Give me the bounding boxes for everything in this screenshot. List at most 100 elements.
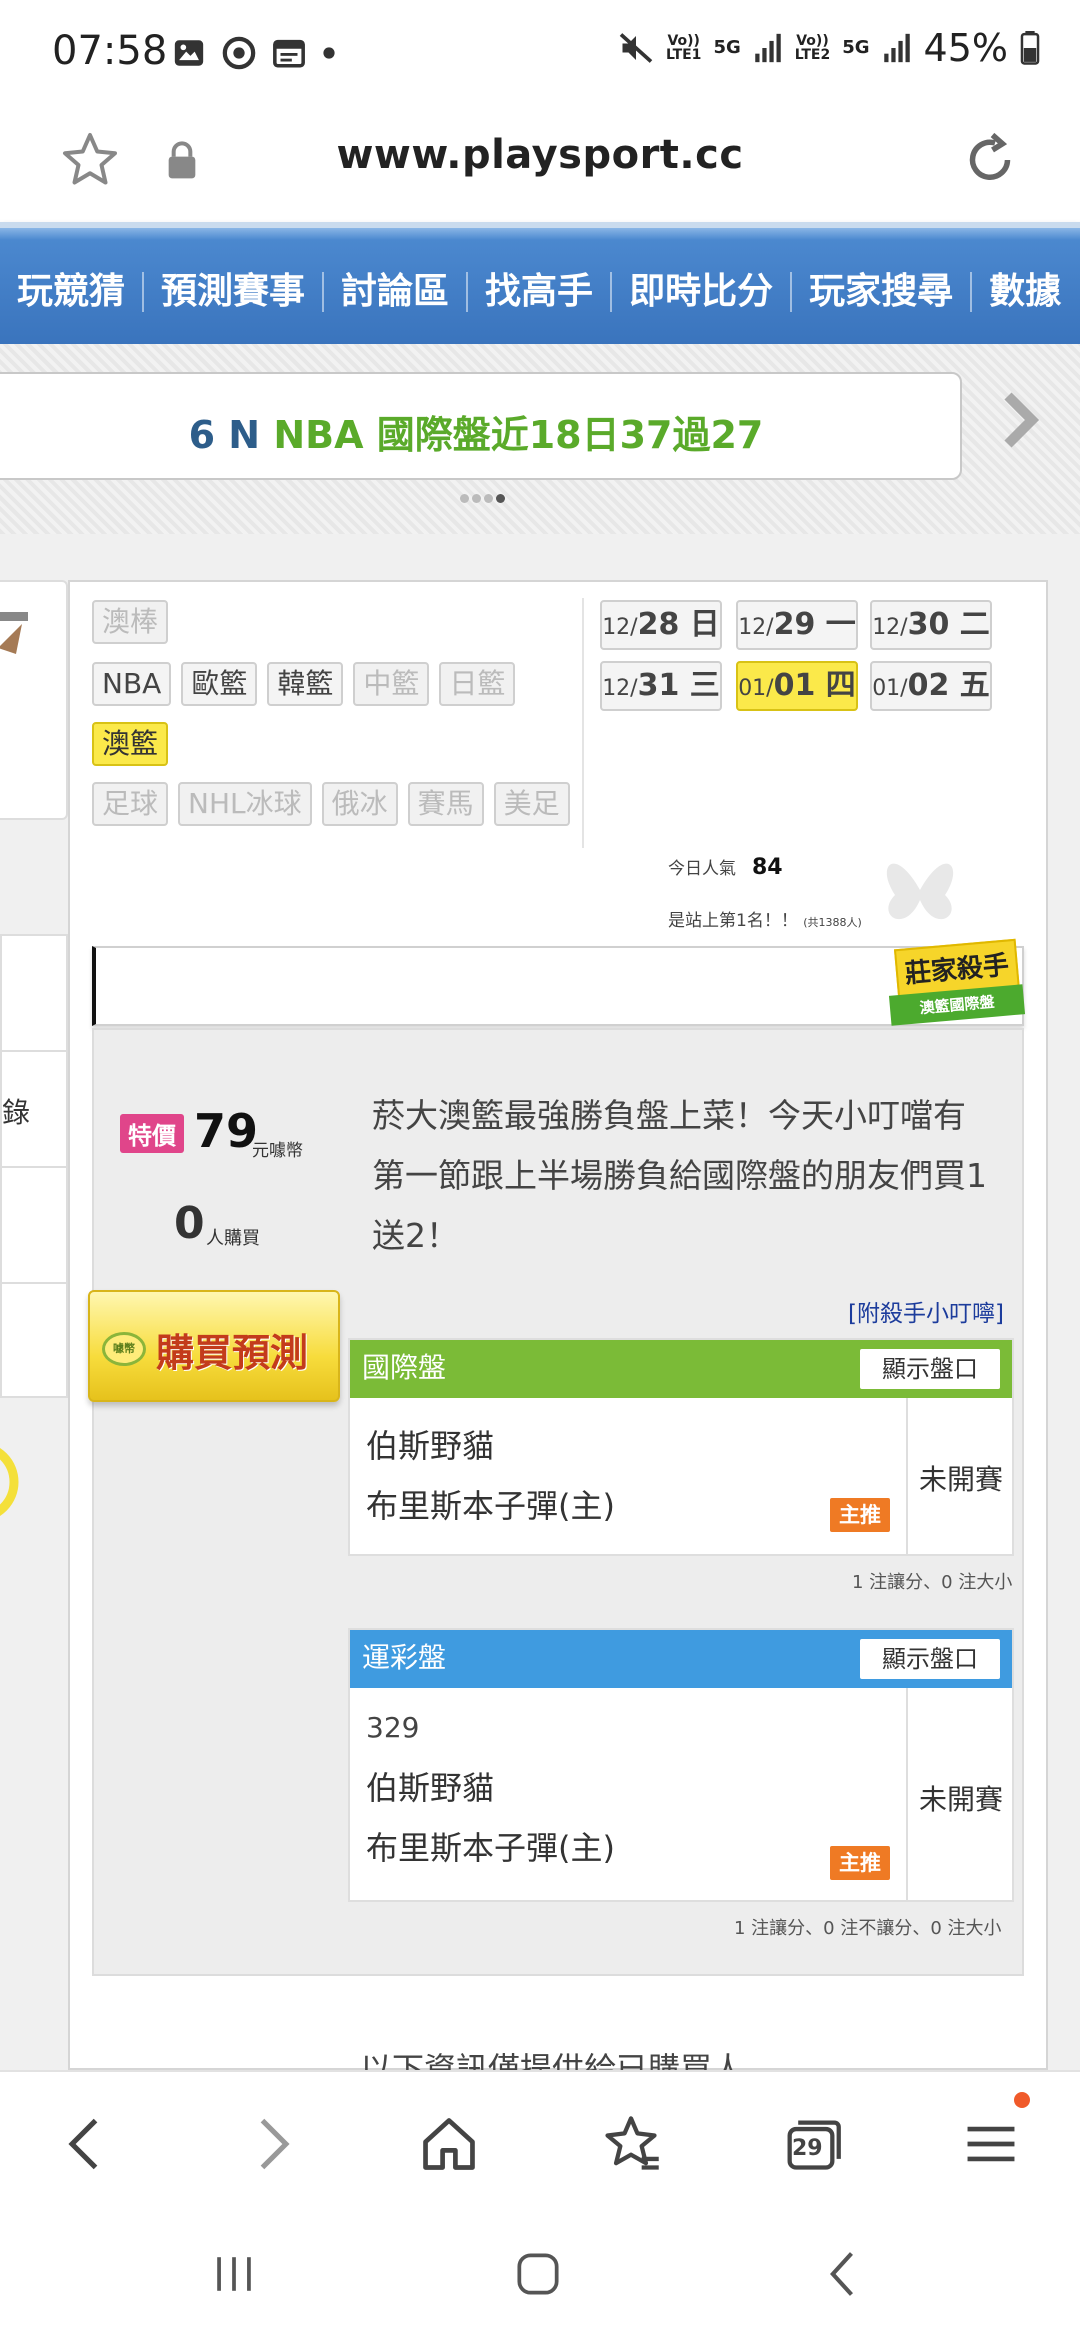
- pager-dot: [472, 494, 481, 503]
- status-right-icons: Vo)) LTE1 5G Vo)) LTE2 5G 45%: [618, 26, 1040, 70]
- nav-item-forum[interactable]: 討論區: [324, 272, 469, 312]
- sport-tag-american-football[interactable]: 美足: [493, 782, 570, 826]
- ticker-prefix: 6 N: [188, 413, 261, 457]
- system-home-icon[interactable]: [510, 2246, 566, 2302]
- sport-tag-aus-basketball[interactable]: 澳籃: [92, 722, 169, 766]
- date-button[interactable]: 12/31 三: [600, 661, 722, 711]
- show-odds-button[interactable]: 顯示盤口: [860, 1349, 1000, 1389]
- date-weekday: 四: [825, 668, 856, 703]
- signal1-icon: [755, 33, 781, 63]
- nav-item-experts[interactable]: 找高手: [468, 272, 613, 312]
- recent-apps-icon[interactable]: [206, 2246, 262, 2302]
- volte2-label: Vo)): [796, 33, 829, 49]
- market-body: 伯斯野貓 布里斯本子彈(主) 主推 未開賽: [350, 1398, 1012, 1554]
- team-home: 布里斯本子彈(主): [366, 1829, 615, 1867]
- sport-tags-row4: 足球 NHL冰球 俄冰 賽馬 美足: [92, 782, 580, 826]
- sport-tag-china-basketball[interactable]: 中籃: [353, 662, 430, 706]
- date-weekday: 一: [825, 607, 856, 642]
- menu-icon[interactable]: [956, 2112, 1026, 2176]
- date-weekday: 日: [689, 607, 720, 642]
- sport-tags-row3: 澳籃: [92, 722, 178, 766]
- date-button[interactable]: 01/02 五: [870, 661, 992, 711]
- market-note: 1 注讓分、0 注不讓分、0 注大小: [734, 1918, 1002, 1939]
- sport-tag-korea-basketball[interactable]: 韓籃: [267, 662, 344, 706]
- date-button-selected[interactable]: 01/01 四: [736, 661, 858, 711]
- ticker-banner[interactable]: 6 N NBA 國際盤近18日37過27: [0, 372, 962, 480]
- sport-tag-euro-basketball[interactable]: 歐籃: [181, 662, 258, 706]
- nav-item-livescore[interactable]: 即時比分: [612, 272, 793, 312]
- left-menu-label[interactable]: 錄: [2, 1091, 30, 1131]
- pager-dot: [484, 494, 493, 503]
- pager-dot-active: [496, 494, 505, 503]
- nav-item-guess[interactable]: 玩競猜: [0, 272, 145, 312]
- network2-label: 5G: [842, 37, 870, 58]
- menu-notification-dot: [1014, 2092, 1030, 2108]
- left-side-menu: 錄: [0, 934, 70, 1398]
- price-value: 79: [194, 1104, 259, 1158]
- chrome-icon: [222, 36, 256, 70]
- date-button[interactable]: 12/29 一: [736, 600, 858, 650]
- gallery-icon: [174, 40, 204, 66]
- sport-tag-aus-baseball[interactable]: 澳棒: [92, 600, 169, 644]
- sport-tag-japan-basketball[interactable]: 日籃: [439, 662, 516, 706]
- tabs-button[interactable]: 29: [776, 2112, 846, 2176]
- special-price-tag: 特價: [120, 1114, 184, 1153]
- nav-item-predict[interactable]: 預測賽事: [144, 272, 325, 312]
- system-navigation-bar: [0, 2210, 1080, 2340]
- browser-address-bar: www.playsport.cc: [0, 110, 1080, 220]
- sport-tag-nhl[interactable]: NHL冰球: [178, 782, 312, 826]
- url-text[interactable]: www.playsport.cc: [0, 132, 1080, 178]
- status-bar: 07:58 Vo)) LTE1 5G Vo)) LTE2 5G 45%: [0, 0, 1080, 110]
- sport-tag-horse-racing[interactable]: 賽馬: [407, 782, 484, 826]
- home-icon[interactable]: [414, 2112, 484, 2176]
- ticker-pagination: [460, 494, 505, 503]
- date-button[interactable]: 12/30 二: [870, 600, 992, 650]
- rank-total: (共1388人): [803, 916, 862, 929]
- ticker-message: NBA 國際盤近18日37過27: [273, 413, 764, 457]
- attach-note-link[interactable]: [附殺手小叮嚀]: [848, 1294, 1004, 1328]
- more-notifications-dot-icon: [323, 47, 335, 59]
- reload-icon[interactable]: [960, 128, 1020, 192]
- date-button[interactable]: 12/28 日: [600, 600, 722, 650]
- ticker-next-arrow-icon[interactable]: [1000, 390, 1040, 450]
- date-month: 12/: [738, 615, 774, 640]
- buy-prediction-label: 購買預測: [156, 1331, 309, 1375]
- market-international: 國際盤 顯示盤口 伯斯野貓 布里斯本子彈(主) 主推 未開賽: [348, 1338, 1014, 1556]
- date-month: 01/: [738, 676, 774, 701]
- market-sports-lottery: 運彩盤 顯示盤口 329 伯斯野貓 布里斯本子彈(主) 主推 未開賽: [348, 1628, 1014, 1902]
- main-pick-badge: 主推: [830, 1846, 890, 1880]
- battery-percent: 45%: [923, 26, 1008, 70]
- team-home: 布里斯本子彈(主): [366, 1487, 615, 1525]
- market-teams: 329 伯斯野貓 布里斯本子彈(主): [366, 1698, 615, 1878]
- network1-label: 5G: [713, 37, 741, 58]
- market-note: 1 注讓分、0 注大小: [852, 1572, 1013, 1593]
- market-title: 運彩盤: [362, 1641, 447, 1674]
- system-back-icon[interactable]: [816, 2246, 872, 2302]
- buyers-unit: 人購買: [206, 1228, 260, 1249]
- tabs-count: 29: [792, 2136, 823, 2161]
- show-odds-button[interactable]: 顯示盤口: [860, 1639, 1000, 1679]
- status-time: 07:58: [52, 28, 168, 74]
- game-number: 329: [366, 1711, 420, 1744]
- bookmarks-icon[interactable]: [596, 2112, 666, 2176]
- sport-tag-russian-hockey[interactable]: 俄冰: [321, 782, 398, 826]
- ticker-text: 6 N NBA 國際盤近18日37過27: [0, 404, 960, 459]
- lightbulb-icon: [0, 1448, 19, 1516]
- market-title: 國際盤: [362, 1351, 447, 1384]
- menu-divider: [2, 1166, 70, 1168]
- date-weekday: 三: [689, 668, 720, 703]
- menu-divider: [2, 1282, 70, 1284]
- nav-item-data[interactable]: 數據: [972, 272, 1078, 312]
- buy-prediction-button[interactable]: 噱幣 購買預測: [88, 1290, 340, 1402]
- back-icon[interactable]: [52, 2112, 122, 2176]
- team-away: 伯斯野貓: [366, 1427, 495, 1465]
- battery-icon: [1020, 31, 1040, 65]
- forward-icon[interactable]: [236, 2112, 306, 2176]
- ticker-area: 6 N NBA 國際盤近18日37過27: [0, 344, 1080, 534]
- game-status: 未開賽: [918, 1783, 1003, 1816]
- pager-dot: [460, 494, 469, 503]
- sport-tag-soccer[interactable]: 足球: [92, 782, 169, 826]
- nav-item-player-search[interactable]: 玩家搜尋: [792, 272, 973, 312]
- market-teams: 伯斯野貓 布里斯本子彈(主): [366, 1416, 615, 1536]
- sport-tag-nba[interactable]: NBA: [92, 662, 172, 706]
